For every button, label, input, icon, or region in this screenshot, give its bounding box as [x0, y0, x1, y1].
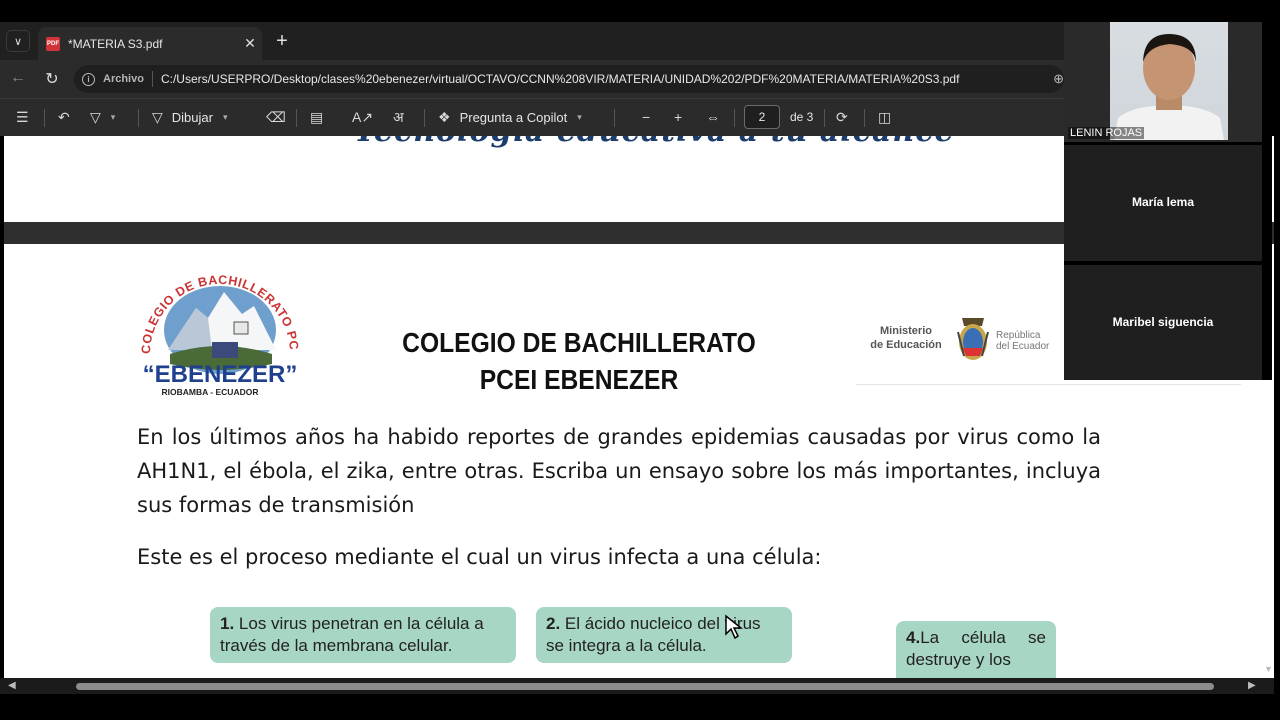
person-silhouette-icon	[1114, 34, 1224, 140]
url-text[interactable]: C:/Users/USERPRO/Desktop/clases%20ebenez…	[161, 72, 959, 86]
scroll-down-icon[interactable]: ▼	[1264, 664, 1273, 674]
refresh-button[interactable]: ↻	[42, 69, 62, 89]
participant-name: María lema	[1131, 195, 1195, 209]
ministry-line1: Ministerio	[880, 325, 932, 337]
participant-tile[interactable]: María lema	[1064, 143, 1262, 261]
step-number: 4.	[906, 628, 921, 647]
chevron-down-icon: ▾	[110, 111, 116, 122]
step-box-4: 4.La célula se destruye y los	[896, 621, 1056, 678]
participant-tile[interactable]: LENIN ROJAS	[1064, 22, 1262, 142]
pen-icon: ▽	[152, 108, 163, 125]
ministry-line2: de Educación	[870, 339, 942, 351]
chevron-down-icon: ▾	[577, 111, 582, 122]
horizontal-scrollbar[interactable]: ◀ ▶	[0, 678, 1274, 694]
chevron-down-icon: ∨	[13, 35, 23, 48]
contents-icon[interactable]: ☰	[16, 107, 29, 127]
pdf-toolbar: ☰ ↶ ▽ ▾ ▽ Dibujar ▾ ⌫ ▤ A↗ अ ❖ Pregunta a Co…	[0, 98, 1064, 136]
divider	[138, 109, 139, 127]
browser-tab[interactable]: PDF *MATERIA S3.pdf ✕	[38, 27, 262, 60]
fit-width-icon[interactable]: ⇔	[706, 107, 720, 127]
step-number: 1.	[220, 614, 235, 633]
eraser-icon[interactable]: ⌫	[266, 107, 286, 127]
copilot-button[interactable]: ❖ Pregunta a Copilot ▾	[438, 107, 582, 127]
new-tab-button[interactable]: +	[272, 30, 292, 52]
ministry-logo: Ministerio de Educación República del Ec…	[864, 312, 1064, 372]
school-title: COLEGIO DE BACHILLERATO PCEI EBENEZER	[402, 327, 756, 395]
logo-school-name: “EBENEZER”	[143, 361, 298, 388]
tab-bar: ∨ PDF *MATERIA S3.pdf ✕ +	[0, 22, 1064, 60]
undo-icon[interactable]: ↶	[58, 107, 70, 127]
scroll-right-icon[interactable]: ▶	[1248, 680, 1256, 691]
process-intro: Este es el proceso mediante el cual un v…	[137, 545, 822, 569]
page-count: de 3	[790, 110, 814, 124]
divider	[864, 109, 865, 127]
copilot-label: Pregunta a Copilot	[459, 109, 568, 125]
address-bar: ← ↻ i Archivo C:/Users/USERPRO/Desktop/c…	[0, 60, 1064, 98]
refresh-icon: ↻	[45, 71, 59, 88]
participant-name: Maribel siguencia	[1112, 315, 1214, 329]
step-box-2: 2. El ácido nucleico del virus se integr…	[536, 607, 792, 663]
step-text: La célula se destruye y los	[906, 628, 1046, 669]
school-logo: COLEGIO DE BACHILLERATO PCEI “EBENEZER” …	[130, 247, 309, 398]
tab-list-button[interactable]: ∨	[6, 30, 30, 52]
republic-line1: República	[996, 330, 1041, 341]
plus-icon: +	[276, 30, 288, 52]
read-aloud-icon[interactable]: A↗	[352, 107, 373, 127]
divider	[614, 109, 615, 127]
ministry-logo-graphic: Ministerio de Educación República del Ec…	[870, 318, 1050, 360]
divider	[296, 109, 297, 127]
participant-camera	[1110, 22, 1228, 140]
copilot-icon: ❖	[438, 108, 451, 125]
back-arrow-icon: ←	[10, 69, 26, 86]
zoom-icon[interactable]: ⊕	[1053, 71, 1064, 87]
logo-location: RIOBAMBA - ECUADOR	[162, 387, 259, 397]
scrollbar-thumb[interactable]	[76, 683, 1214, 690]
rotate-icon[interactable]: ⟳	[836, 107, 848, 127]
close-tab-icon[interactable]: ✕	[238, 35, 262, 52]
header-rule	[856, 384, 1241, 385]
url-separator	[151, 71, 153, 87]
url-scheme: Archivo	[103, 73, 144, 85]
essay-prompt: En los últimos años ha habido reportes d…	[137, 425, 1101, 517]
participant-tile[interactable]: Maribel siguencia	[1064, 263, 1262, 380]
school-logo-graphic: COLEGIO DE BACHILLERATO PCEI “EBENEZER” …	[130, 247, 301, 397]
text-box-icon[interactable]: ▤	[310, 107, 323, 127]
previous-page-heading: Tecnología educativa a tu alcance	[354, 136, 955, 149]
zoom-out-icon[interactable]: −	[642, 107, 650, 127]
chevron-down-icon: ▾	[222, 111, 228, 122]
draw-label: Dibujar	[171, 109, 213, 125]
tab-title: *MATERIA S3.pdf	[68, 36, 163, 51]
step-number: 2.	[546, 614, 561, 633]
mouse-cursor-icon	[725, 614, 744, 640]
url-field[interactable]: i Archivo C:/Users/USERPRO/Desktop/clase…	[74, 65, 1064, 93]
participant-name: LENIN ROJAS	[1068, 127, 1145, 139]
highlight-icon[interactable]: ▽ ▾	[90, 107, 115, 127]
divider	[734, 109, 735, 127]
zoom-in-icon[interactable]: +	[674, 107, 682, 127]
divider	[824, 109, 825, 127]
divider	[44, 109, 45, 127]
divider	[424, 109, 425, 127]
scroll-left-icon[interactable]: ◀	[8, 680, 16, 691]
ecuador-coat-of-arms-icon	[957, 318, 989, 360]
info-icon[interactable]: i	[82, 72, 95, 86]
pdf-favicon-icon: PDF	[46, 36, 60, 51]
step-box-1: 1. Los virus penetran en la célula a tra…	[210, 607, 516, 663]
video-call-panel: LENIN ROJAS María lema Maribel siguencia	[1064, 22, 1272, 380]
page-view-icon[interactable]: ◫	[878, 107, 891, 127]
republic-line2: del Ecuador	[996, 341, 1050, 352]
translate-icon[interactable]: अ	[393, 107, 404, 127]
draw-button[interactable]: ▽ Dibujar ▾	[152, 107, 228, 127]
back-button[interactable]: ←	[8, 69, 28, 87]
screen: ∨ PDF *MATERIA S3.pdf ✕ + ← ↻ i Archivo …	[0, 0, 1280, 720]
page-number-input[interactable]: 2	[744, 105, 780, 129]
step-text: Los virus penetran en la célula a través…	[220, 614, 484, 655]
